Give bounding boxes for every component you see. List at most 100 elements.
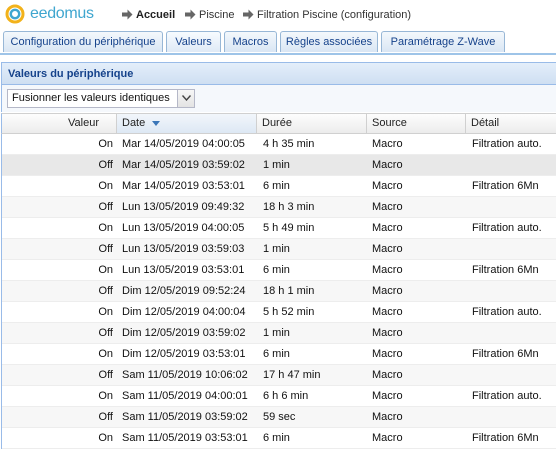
cell-value: On bbox=[98, 348, 113, 360]
cell-value: On bbox=[98, 180, 113, 192]
table-row[interactable]: Off Lun 13/05/2019 03:59:03 1 min Macro bbox=[2, 239, 556, 260]
cell-source: Macro bbox=[372, 222, 403, 234]
cell-duration: 5 h 52 min bbox=[263, 306, 315, 318]
table-row[interactable]: Off Sam 11/05/2019 03:59:02 59 sec Macro bbox=[2, 407, 556, 428]
table-row[interactable]: Off Lun 13/05/2019 09:49:32 18 h 3 min Macr… bbox=[2, 197, 556, 218]
cell-value: Off bbox=[98, 243, 113, 255]
table-row[interactable]: Off Sam 11/05/2019 10:06:02 17 h 47 min Mac… bbox=[2, 365, 556, 386]
table-row[interactable]: Off Dim 12/05/2019 09:52:24 18 h 1 min Macr… bbox=[2, 281, 556, 302]
cell-duration: 4 h 35 min bbox=[263, 138, 315, 150]
cell-source: Macro bbox=[372, 306, 403, 318]
eedomus-logo-icon[interactable] bbox=[5, 4, 25, 24]
cell-duration: 6 min bbox=[263, 348, 290, 360]
cell-detail: Filtration auto. bbox=[472, 306, 542, 318]
table-row[interactable]: On Lun 13/05/2019 04:00:05 5 h 49 min Macro… bbox=[2, 218, 556, 239]
cell-source: Macro bbox=[372, 411, 403, 423]
values-grid-body: On Mar 14/05/2019 04:00:05 4 h 35 min Macro… bbox=[1, 134, 556, 449]
column-header-detail[interactable]: Détail bbox=[466, 114, 556, 133]
cell-value: On bbox=[98, 222, 113, 234]
table-row[interactable]: Off Dim 12/05/2019 03:59:02 1 min Macro bbox=[2, 323, 556, 344]
cell-detail: Filtration 6Mn bbox=[472, 180, 539, 192]
cell-value: On bbox=[98, 138, 113, 150]
cell-value: Off bbox=[98, 411, 113, 423]
cell-detail: Filtration auto. bbox=[472, 138, 542, 150]
cell-value: On bbox=[98, 390, 113, 402]
cell-source: Macro bbox=[372, 390, 403, 402]
tab-zwave-settings[interactable]: Paramétrage Z-Wave bbox=[381, 31, 505, 52]
tab-device-configuration[interactable]: Configuration du périphérique bbox=[3, 31, 163, 52]
dropdown-trigger[interactable] bbox=[177, 90, 194, 107]
cell-detail: Filtration auto. bbox=[472, 222, 542, 234]
cell-date: Sam 11/05/2019 10:06:02 bbox=[122, 369, 248, 381]
table-row[interactable]: On Dim 12/05/2019 04:00:04 5 h 52 min Macro… bbox=[2, 302, 556, 323]
cell-source: Macro bbox=[372, 180, 403, 192]
breadcrumb-room[interactable]: Piscine bbox=[199, 9, 234, 21]
cell-date: Lun 13/05/2019 03:53:01 bbox=[122, 264, 245, 276]
cell-duration: 18 h 3 min bbox=[263, 201, 315, 213]
cell-value: Off bbox=[98, 327, 113, 339]
cell-duration: 6 h 6 min bbox=[263, 390, 309, 402]
cell-date: Mar 14/05/2019 04:00:05 bbox=[122, 138, 245, 150]
breadcrumb-device: Filtration Piscine (configuration) bbox=[257, 9, 412, 21]
breadcrumb-arrow-icon bbox=[243, 9, 254, 20]
cell-duration: 6 min bbox=[263, 180, 290, 192]
table-row[interactable]: On Lun 13/05/2019 03:53:01 6 min Macro Filtr… bbox=[2, 260, 556, 281]
cell-detail: Filtration auto. bbox=[472, 390, 542, 402]
tab-macros[interactable]: Macros bbox=[224, 31, 277, 52]
chevron-down-icon bbox=[182, 95, 191, 101]
column-header-source-label: Source bbox=[372, 117, 407, 129]
table-row[interactable]: On Dim 12/05/2019 03:53:01 6 min Macro Filtr… bbox=[2, 344, 556, 365]
column-header-date[interactable]: Date bbox=[117, 114, 257, 133]
cell-value: On bbox=[98, 432, 113, 444]
cell-date: Mar 14/05/2019 03:59:02 bbox=[122, 159, 245, 171]
cell-date: Dim 12/05/2019 03:53:01 bbox=[122, 348, 246, 360]
merge-values-select-value: Fusionner les valeurs identiques bbox=[12, 92, 170, 104]
cell-source: Macro bbox=[372, 327, 403, 339]
cell-source: Macro bbox=[372, 348, 403, 360]
cell-duration: 5 h 49 min bbox=[263, 222, 315, 234]
tab-values[interactable]: Valeurs bbox=[166, 31, 221, 52]
cell-value: Off bbox=[98, 285, 113, 297]
cell-date: Dim 12/05/2019 03:59:02 bbox=[122, 327, 246, 339]
panel-title: Valeurs du périphérique bbox=[1, 62, 556, 85]
table-row[interactable]: On Mar 14/05/2019 04:00:05 4 h 35 min Macro… bbox=[2, 134, 556, 155]
breadcrumb-arrow-icon bbox=[185, 9, 196, 20]
breadcrumb-home[interactable]: Accueil bbox=[136, 9, 175, 21]
cell-detail: Filtration 6Mn bbox=[472, 264, 539, 276]
column-header-value[interactable]: Valeur bbox=[2, 114, 117, 133]
cell-date: Mar 14/05/2019 03:53:01 bbox=[122, 180, 245, 192]
column-header-detail-label: Détail bbox=[471, 117, 500, 129]
cell-value: On bbox=[98, 264, 113, 276]
table-row[interactable]: On Sam 11/05/2019 04:00:01 6 h 6 min Macro F… bbox=[2, 386, 556, 407]
cell-duration: 1 min bbox=[263, 327, 290, 339]
cell-date: Dim 12/05/2019 04:00:04 bbox=[122, 306, 246, 318]
table-row[interactable]: On Sam 11/05/2019 03:53:01 6 min Macro Filtr… bbox=[2, 428, 556, 449]
tab-bar: Configuration du périphérique Valeurs Ma… bbox=[0, 31, 556, 55]
cell-duration: 1 min bbox=[263, 159, 290, 171]
app-logo-text[interactable]: eedomus bbox=[30, 5, 94, 23]
cell-duration: 6 min bbox=[263, 432, 290, 444]
cell-duration: 6 min bbox=[263, 264, 290, 276]
column-header-source[interactable]: Source bbox=[367, 114, 466, 133]
table-row[interactable]: Off Mar 14/05/2019 03:59:02 1 min Macro bbox=[2, 155, 556, 176]
tab-associated-rules[interactable]: Règles associées bbox=[280, 31, 378, 52]
panel-toolbar: Fusionner les valeurs identiques bbox=[1, 85, 556, 112]
cell-value: On bbox=[98, 306, 113, 318]
cell-source: Macro bbox=[372, 264, 403, 276]
merge-values-select[interactable]: Fusionner les valeurs identiques bbox=[7, 89, 195, 108]
column-header-duration[interactable]: Durée bbox=[257, 114, 367, 133]
cell-value: Off bbox=[98, 159, 113, 171]
cell-source: Macro bbox=[372, 432, 403, 444]
cell-value: Off bbox=[98, 201, 113, 213]
table-row[interactable]: On Mar 14/05/2019 03:53:01 6 min Macro Filtr… bbox=[2, 176, 556, 197]
cell-source: Macro bbox=[372, 285, 403, 297]
cell-duration: 1 min bbox=[263, 243, 290, 255]
cell-source: Macro bbox=[372, 159, 403, 171]
cell-date: Dim 12/05/2019 09:52:24 bbox=[122, 285, 246, 297]
cell-duration: 18 h 1 min bbox=[263, 285, 315, 297]
cell-source: Macro bbox=[372, 369, 403, 381]
column-header-value-label: Valeur bbox=[68, 117, 99, 129]
sort-descending-icon bbox=[152, 120, 161, 126]
cell-duration: 59 sec bbox=[263, 411, 296, 423]
cell-date: Lun 13/05/2019 04:00:05 bbox=[122, 222, 245, 234]
